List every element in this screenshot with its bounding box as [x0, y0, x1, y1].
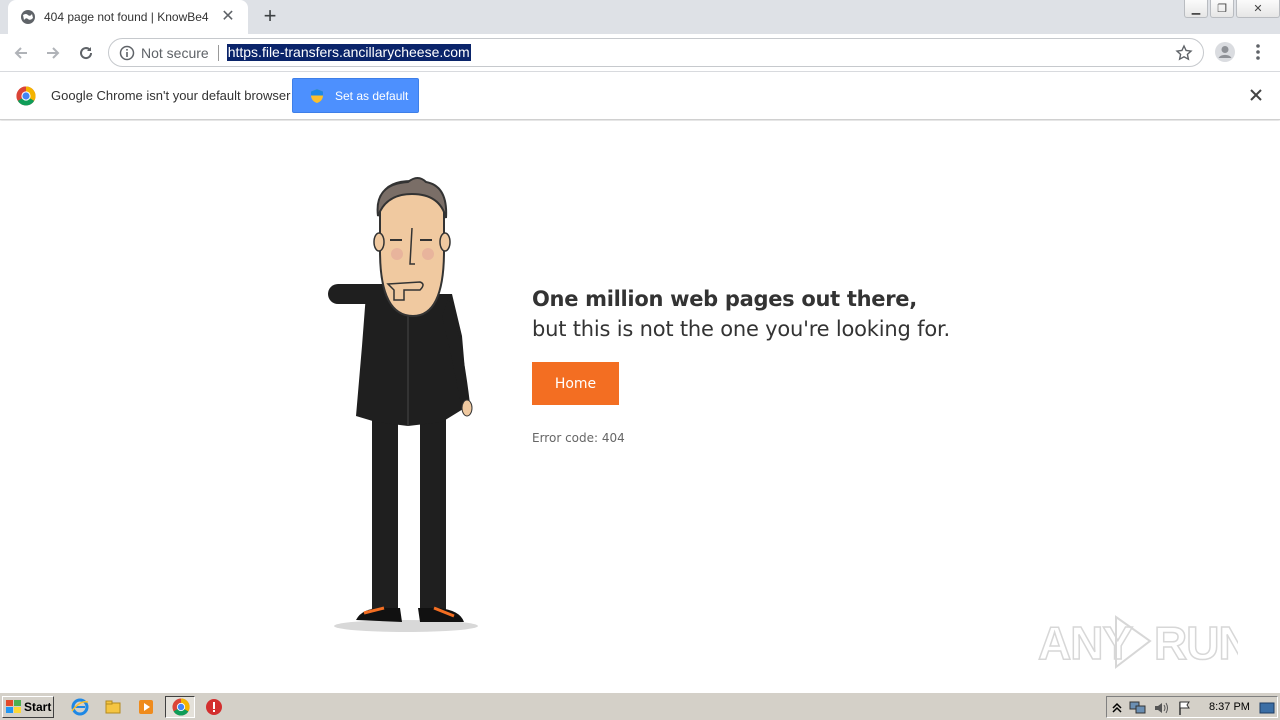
shield-icon	[311, 88, 323, 103]
taskbar-chrome-button[interactable]	[165, 696, 195, 718]
default-browser-infobar: Google Chrome isn't your default browser…	[0, 72, 1280, 120]
start-button[interactable]: Start	[2, 696, 54, 718]
error-headline: One million web pages out there, but thi…	[532, 284, 950, 344]
info-icon[interactable]	[119, 45, 135, 61]
man-illustration	[328, 177, 478, 632]
set-as-default-button[interactable]: Set as default	[292, 78, 419, 113]
show-desktop-icon[interactable]	[1259, 700, 1275, 716]
internet-explorer-icon[interactable]	[71, 698, 89, 716]
bookmark-star-icon[interactable]	[1175, 44, 1193, 62]
file-explorer-icon[interactable]	[104, 698, 122, 716]
error-code: Error code: 404	[532, 431, 625, 445]
reload-button[interactable]	[73, 40, 99, 66]
taskbar-clock: 8:37 PM	[1209, 701, 1250, 713]
restore-button[interactable]: ❐	[1210, 0, 1234, 18]
infobar-close-icon[interactable]	[1248, 87, 1264, 103]
back-button[interactable]	[8, 40, 34, 66]
chrome-logo-icon	[16, 86, 36, 106]
stop-sign-icon[interactable]	[205, 698, 223, 716]
headline-line-2: but this is not the one you're looking f…	[532, 317, 950, 341]
tray-expand-icon[interactable]	[1111, 700, 1123, 716]
close-window-button[interactable]: ✕	[1236, 0, 1280, 18]
omnibox-separator	[217, 44, 219, 61]
reload-icon	[80, 47, 93, 60]
forward-button[interactable]	[40, 40, 66, 66]
svg-text:RUN: RUN	[1154, 617, 1238, 669]
svg-text:ANY: ANY	[1038, 617, 1132, 669]
anyrun-watermark-logo: ANY RUN	[1038, 615, 1238, 670]
set-as-default-label: Set as default	[335, 88, 409, 103]
profile-avatar-icon[interactable]	[1214, 41, 1236, 63]
tab-active[interactable]: 404 page not found | KnowBe4 ✕	[8, 0, 248, 34]
back-arrow-icon	[14, 47, 27, 59]
address-bar[interactable]: Not secure https.file-transfers.ancillar…	[108, 38, 1204, 67]
url-text[interactable]: https.file-transfers.ancillarycheese.com	[226, 44, 471, 61]
more-menu-icon[interactable]	[1250, 41, 1266, 63]
forward-arrow-icon	[47, 47, 60, 59]
start-label: Start	[24, 700, 52, 714]
media-player-icon[interactable]	[137, 698, 155, 716]
headline-line-1: One million web pages out there,	[532, 287, 917, 311]
tab-close-icon[interactable]: ✕	[218, 7, 238, 27]
windows-logo-icon	[6, 700, 21, 713]
network-icon[interactable]	[1129, 700, 1147, 716]
security-label: Not secure	[141, 44, 209, 61]
window-controls: ▁ ❐ ✕	[1184, 0, 1280, 20]
page-content: One million web pages out there, but thi…	[0, 121, 1280, 692]
home-button[interactable]: Home	[532, 362, 619, 405]
toolbar: Not secure https.file-transfers.ancillar…	[0, 34, 1280, 72]
globe-icon	[21, 10, 35, 24]
minimize-button[interactable]: ▁	[1184, 0, 1208, 18]
volume-icon[interactable]	[1153, 700, 1169, 716]
tab-title: 404 page not found | KnowBe4	[44, 10, 209, 24]
infobar-message: Google Chrome isn't your default browser	[51, 88, 291, 103]
taskbar: Start 8:37 PM	[0, 692, 1280, 720]
tab-strip: 404 page not found | KnowBe4 ✕ + ▁ ❐ ✕	[0, 0, 1280, 34]
chrome-taskbar-icon	[172, 698, 190, 716]
system-tray: 8:37 PM	[1106, 696, 1278, 718]
new-tab-button[interactable]: +	[258, 5, 282, 28]
action-center-flag-icon[interactable]	[1177, 700, 1193, 716]
